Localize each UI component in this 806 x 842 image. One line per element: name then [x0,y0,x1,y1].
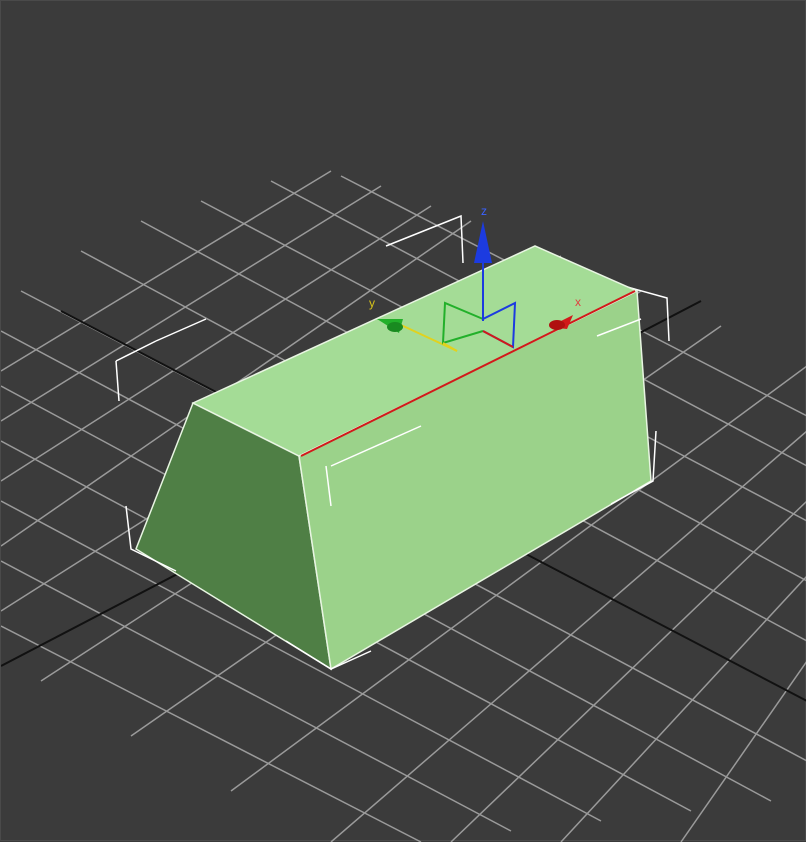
grid-line [1,625,422,842]
trapezoid-prism-object[interactable] [135,245,652,671]
gizmo-y-label: y [369,296,375,310]
gizmo-y-arrow-base-icon [387,322,403,332]
gizmo-x-label: x [575,295,581,309]
perspective-viewport[interactable]: x y z [0,0,806,842]
grid-line [1,170,332,372]
grid-line [560,575,806,842]
viewport-scene[interactable]: x y z [1,1,806,842]
gizmo-z-arrow-icon[interactable] [474,221,492,263]
gizmo-z-label: z [481,204,487,218]
grid-line [680,661,806,842]
gizmo-x-arrow-base-icon [549,320,565,330]
